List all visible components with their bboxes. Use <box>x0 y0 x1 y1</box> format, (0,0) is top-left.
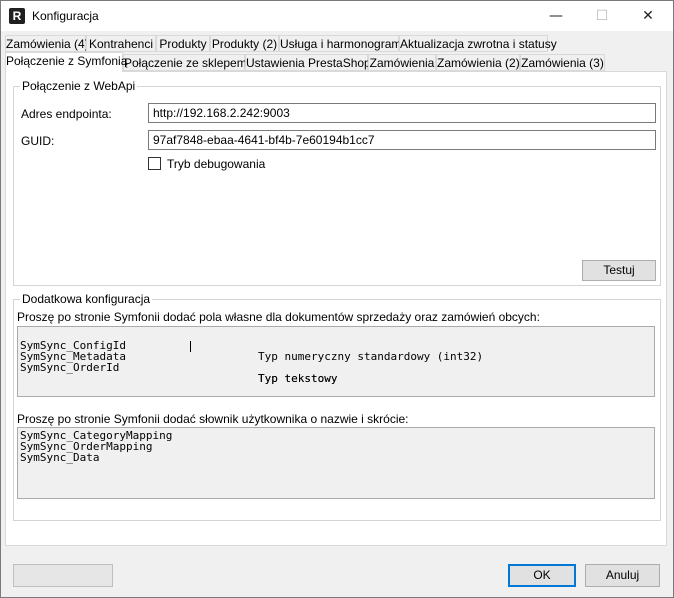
guid-label: GUID: <box>21 134 55 148</box>
fields-intro: Proszę po stronie Symfonii dodać pola wł… <box>17 310 540 324</box>
endpoint-input[interactable]: http://192.168.2.242:9003 <box>148 103 656 123</box>
app-logo-icon: R <box>9 8 25 24</box>
tab-zamowienia[interactable]: Zamówienia <box>368 54 436 71</box>
tab-usluga-harmonogram[interactable]: Usługa i harmonogram <box>279 35 401 52</box>
field-row: SymSync_Metadata Typ tekstowy <box>20 340 652 384</box>
window-title: Konfiguracja <box>32 9 99 23</box>
ok-button[interactable]: OK <box>508 564 576 587</box>
tab-aktualizacja-zwrotna[interactable]: Aktualizacja zwrotna i statusy <box>399 35 557 52</box>
tab-produkty[interactable]: Produkty <box>156 35 210 52</box>
extra-config-legend: Dodatkowa konfiguracja <box>20 292 153 306</box>
tab-kontrahenci[interactable]: Kontrahenci <box>86 35 156 52</box>
cancel-button[interactable]: Anuluj <box>585 564 660 587</box>
config-window: R Konfiguracja — ☐ ✕ Zamówienia (4) Kont… <box>0 0 674 598</box>
close-button[interactable]: ✕ <box>625 1 671 31</box>
minimize-button[interactable]: — <box>533 1 579 31</box>
maximize-button: ☐ <box>595 8 609 24</box>
dictionary-item: SymSync_OrderMapping <box>20 440 153 453</box>
guid-input[interactable]: 97af7848-ebaa-4641-bf4b-7e60194b1cc7 <box>148 130 656 150</box>
dictionaries-textarea[interactable]: SymSync_CategoryMapping SymSync_OrderMap… <box>17 427 655 499</box>
title-bar[interactable]: R Konfiguracja — ☐ ✕ <box>1 1 673 31</box>
debug-label[interactable]: Tryb debugowania <box>167 157 265 171</box>
endpoint-label: Adres endpointa: <box>21 107 112 121</box>
field-name: SymSync_OrderId <box>20 361 120 374</box>
webapi-group-legend: Połączenie z WebApi <box>20 79 138 93</box>
fields-textarea[interactable]: SymSync_ConfigId Typ numeryczny standard… <box>17 326 655 397</box>
debug-checkbox[interactable] <box>148 157 161 170</box>
tab-produkty-2[interactable]: Produkty (2) <box>210 35 279 52</box>
field-row: SymSync_OrderId Typ tekstowy <box>20 351 652 384</box>
tab-zamowienia-3[interactable]: Zamówienia (3) <box>520 54 605 71</box>
webapi-group: Połączenie z WebApi Adres endpointa: htt… <box>13 79 661 286</box>
tab-polaczenie-symfonia[interactable]: Połączenie z Symfonią <box>5 52 127 72</box>
field-row: SymSync_ConfigId Typ numeryczny standard… <box>20 329 652 362</box>
test-button[interactable]: Testuj <box>582 260 656 281</box>
dictionary-item: SymSync_Data <box>20 451 100 464</box>
tab-zamowienia-2[interactable]: Zamówienia (2) <box>436 54 520 71</box>
tab-zamowienia-4[interactable]: Zamówienia (4) <box>5 35 89 52</box>
blank-button <box>13 564 113 587</box>
dictionaries-intro: Proszę po stronie Symfonii dodać słownik… <box>17 412 409 426</box>
tab-polaczenie-sklep[interactable]: Połączenie ze sklepem <box>123 54 247 71</box>
tab-ustawienia-prestashop[interactable]: Ustawienia PrestaShop <box>245 54 371 71</box>
field-type: Typ tekstowy <box>258 372 338 385</box>
extra-config-group: Dodatkowa konfiguracja Proszę po stronie… <box>13 292 661 521</box>
tab-panel: Połączenie z WebApi Adres endpointa: htt… <box>5 71 667 546</box>
